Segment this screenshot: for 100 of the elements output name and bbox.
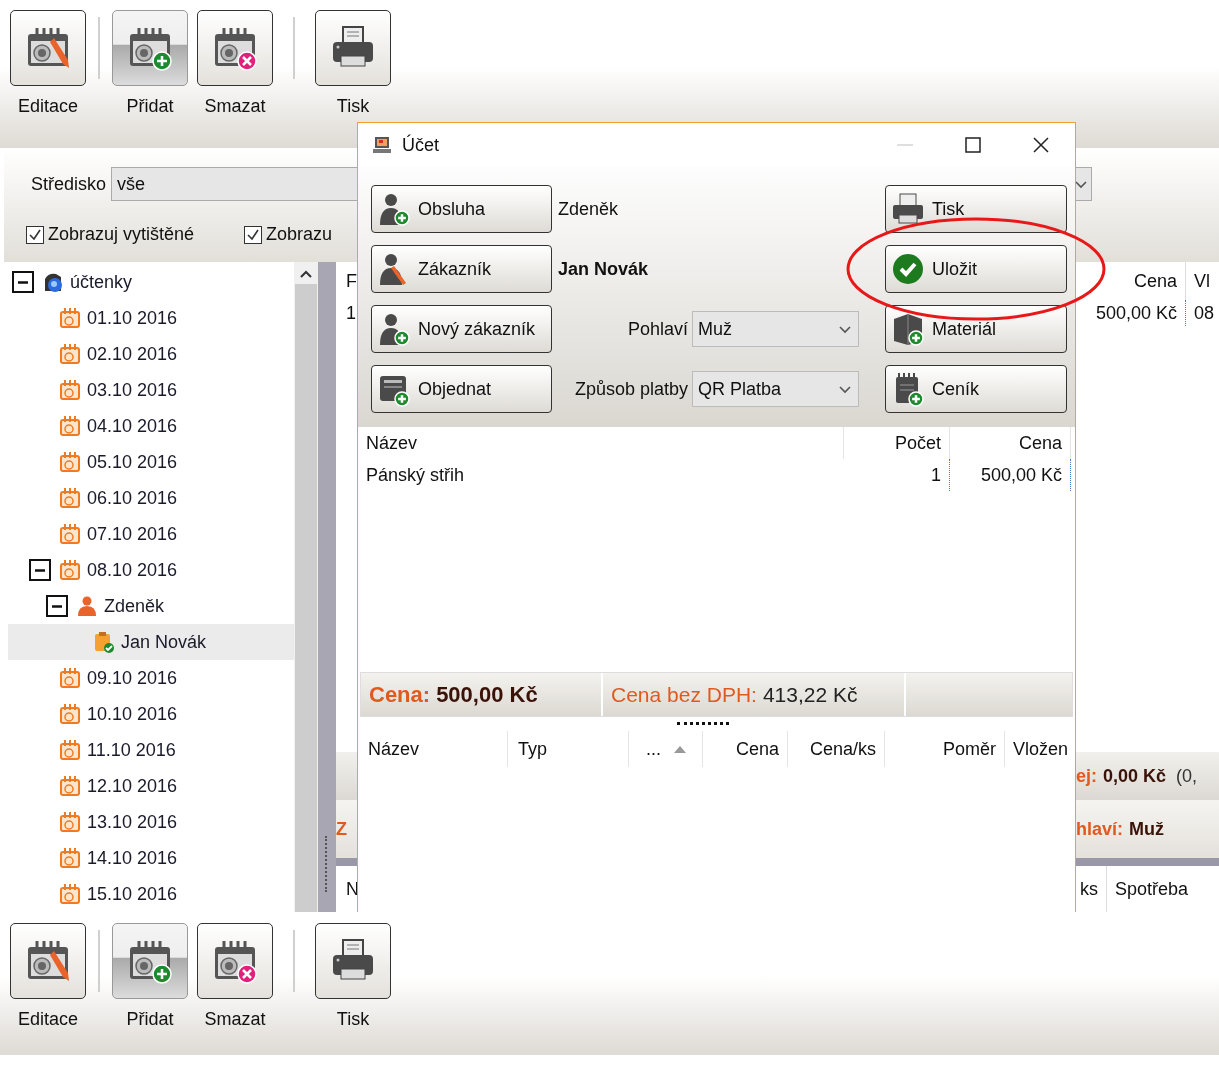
laptop-icon	[372, 135, 392, 155]
dropdown[interactable]: QR Platba	[692, 371, 859, 407]
column-header[interactable]: Vl	[1186, 270, 1210, 292]
calendar-icon	[59, 883, 81, 905]
checkmark-icon	[246, 227, 261, 242]
column-header[interactable]: Cena	[950, 427, 1071, 459]
column-header[interactable]: Poměr	[885, 731, 1005, 767]
minus-icon	[35, 568, 45, 572]
tree-item[interactable]: 04.10 2016	[8, 408, 294, 444]
button-label[interactable]: Smazat	[204, 1009, 266, 1030]
collapse-toggle[interactable]	[46, 595, 68, 617]
column-header[interactable]: N	[336, 878, 357, 900]
button-label[interactable]: Tisk	[336, 96, 370, 117]
calendar-icon	[59, 847, 81, 869]
table-cell: 1	[844, 459, 950, 491]
button-label[interactable]: Smazat	[204, 96, 266, 117]
total-value: 500,00 Kč	[436, 681, 538, 708]
toolbar-button[interactable]	[112, 10, 188, 86]
tree-item[interactable]: 02.10 2016	[8, 336, 294, 372]
calendar-icon	[59, 487, 81, 509]
column-header[interactable]: ...	[629, 731, 703, 767]
chevron-down-icon	[1074, 179, 1089, 189]
button-label[interactable]: Tisk	[336, 1009, 370, 1030]
column-header[interactable]: Typ	[508, 731, 629, 767]
column-header[interactable]: F	[336, 270, 357, 292]
tree-item[interactable]: 08.10 2016	[8, 552, 294, 588]
orb-icon	[42, 271, 64, 293]
grip-handle[interactable]	[324, 836, 330, 892]
column-header[interactable]: Vložen	[1005, 731, 1074, 767]
calendar-icon	[59, 523, 81, 545]
tree-item[interactable]: Zdeněk	[8, 588, 294, 624]
button-label[interactable]: Přidat	[126, 1009, 174, 1030]
dialog-button[interactable]: Zákazník	[371, 245, 552, 293]
column-header[interactable]: Název	[358, 731, 508, 767]
dialog-button[interactable]: Objednat	[371, 365, 552, 413]
calendar-icon	[59, 667, 81, 689]
summary-label: ej:	[1076, 765, 1097, 787]
clipboard-check-icon	[93, 631, 115, 653]
column-header[interactable]: Cena	[703, 731, 788, 767]
toolbar-button[interactable]	[197, 923, 273, 999]
minus-icon	[18, 280, 28, 284]
tree-item[interactable]: 07.10 2016	[8, 516, 294, 552]
tree-item[interactable]: Jan Novák	[8, 624, 294, 660]
total-label: Cena:	[369, 681, 431, 708]
tree-item[interactable]: 15.10 2016	[8, 876, 294, 912]
tree-item[interactable]: účtenky	[8, 264, 294, 300]
summary-text: (0,	[1176, 765, 1198, 787]
checkbox[interactable]: Zobrazuj vytištěné	[26, 224, 195, 245]
table-cell: 500,00 Kč	[950, 459, 1071, 491]
button-label[interactable]: Editace	[17, 96, 78, 117]
calendar-icon	[59, 379, 81, 401]
toolbar-button[interactable]	[10, 923, 86, 999]
dialog-button[interactable]: Materiál	[885, 305, 1067, 353]
tree-item[interactable]: 13.10 2016	[8, 804, 294, 840]
toolbar-button[interactable]	[10, 10, 86, 86]
collapse-toggle[interactable]	[12, 271, 34, 293]
tree-item[interactable]: 12.10 2016	[8, 768, 294, 804]
tree-item[interactable]: 11.10 2016	[8, 732, 294, 768]
column-header[interactable]: Spotřeba	[1107, 878, 1189, 900]
summary-label: hlaví:	[1076, 818, 1123, 840]
tree-item[interactable]: 06.10 2016	[8, 480, 294, 516]
toolbar-button[interactable]	[315, 10, 391, 86]
tree-item[interactable]: 09.10 2016	[8, 660, 294, 696]
calendar-icon	[59, 739, 81, 761]
button-label[interactable]: Editace	[17, 1009, 78, 1030]
tree-item[interactable]: 03.10 2016	[8, 372, 294, 408]
chevron-down-icon	[838, 384, 852, 394]
check-circle-icon	[890, 251, 926, 287]
calendar-icon	[59, 307, 81, 329]
dropdown[interactable]: Muž	[692, 311, 859, 347]
calendar-icon	[59, 703, 81, 725]
toolbar-button[interactable]	[197, 10, 273, 86]
dialog-button[interactable]: Tisk	[885, 185, 1067, 233]
field-label: Pohlaví	[627, 318, 688, 340]
grip-handle[interactable]	[676, 721, 729, 727]
toolbar-button[interactable]	[315, 923, 391, 999]
tree-item[interactable]: 01.10 2016	[8, 300, 294, 336]
window-title: Účet	[402, 134, 440, 156]
column-header[interactable]: Název	[358, 427, 844, 459]
table-cell-text: 1	[345, 302, 356, 324]
field-label: Způsob platby	[574, 378, 688, 400]
total-value: 413,22 Kč	[762, 682, 858, 707]
dialog-button[interactable]: Obsluha	[371, 185, 552, 233]
checkbox[interactable]: Zobrazu	[244, 224, 333, 245]
tree-item[interactable]: 05.10 2016	[8, 444, 294, 480]
dialog-button[interactable]: Ceník	[885, 365, 1067, 413]
dialog-button[interactable]: Uložit	[885, 245, 1067, 293]
column-header[interactable]: Cena/ks	[788, 731, 885, 767]
scroll-up-icon[interactable]	[300, 270, 312, 278]
toolbar-button[interactable]	[112, 923, 188, 999]
calendar-icon	[59, 415, 81, 437]
column-header[interactable]: Počet	[844, 427, 950, 459]
minus-icon	[52, 604, 62, 608]
dialog-button[interactable]: Nový zákazník	[371, 305, 552, 353]
collapse-toggle[interactable]	[29, 559, 51, 581]
button-label[interactable]: Přidat	[126, 96, 174, 117]
summary-value: 0,00 Kč	[1103, 765, 1167, 787]
field-label: Středisko	[31, 173, 107, 195]
tree-item[interactable]: 14.10 2016	[8, 840, 294, 876]
tree-item[interactable]: 10.10 2016	[8, 696, 294, 732]
